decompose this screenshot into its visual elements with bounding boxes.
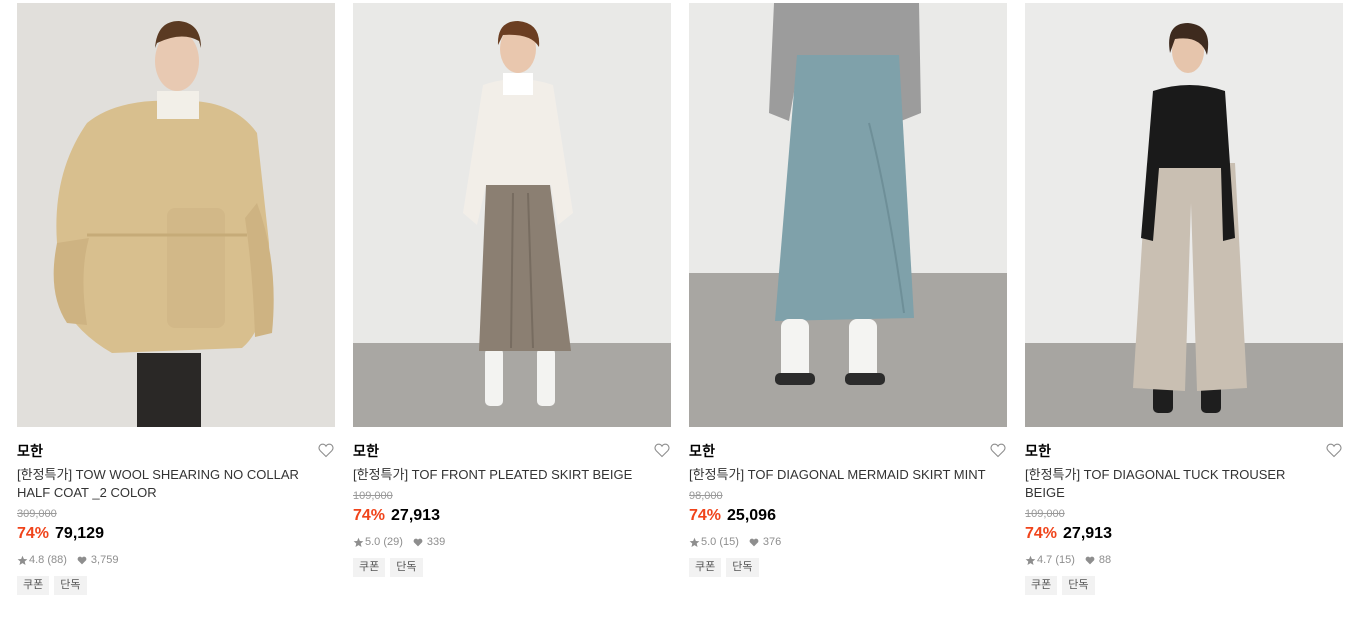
rating-text: 5.0 (29) xyxy=(365,536,403,548)
discount-rate: 74% xyxy=(17,525,50,542)
rating-text: 4.7 (15) xyxy=(1037,554,1075,566)
discount-rate: 74% xyxy=(1025,525,1058,542)
sale-price: 27,913 xyxy=(1063,525,1112,542)
original-price: 109,000 xyxy=(1025,508,1065,520)
tag-coupon: 쿠폰 xyxy=(17,576,50,595)
heart-outline-icon[interactable] xyxy=(990,443,1006,458)
product-name[interactable]: [한정특가] TOF DIAGONAL TUCK TROUSER BEIGE xyxy=(1025,466,1325,502)
tag-coupon: 쿠폰 xyxy=(353,558,386,577)
sale-price: 27,913 xyxy=(391,507,440,524)
product-tags: 쿠폰 단독 xyxy=(353,558,671,577)
product-tags: 쿠폰 단독 xyxy=(689,558,1007,577)
tag-coupon: 쿠폰 xyxy=(689,558,722,577)
product-name[interactable]: [한정특가] TOW WOOL SHEARING NO COLLAR HALF … xyxy=(17,466,317,502)
sale-price: 25,096 xyxy=(727,507,776,524)
product-image[interactable] xyxy=(17,3,335,427)
tag-exclusive: 단독 xyxy=(726,558,759,577)
likes-count: 339 xyxy=(426,536,446,548)
likes-count: 3,759 xyxy=(90,554,119,566)
heart-outline-icon[interactable] xyxy=(1326,443,1342,458)
original-price: 109,000 xyxy=(353,490,393,502)
product-image[interactable] xyxy=(689,3,1007,427)
tag-exclusive: 단독 xyxy=(390,558,423,577)
product-image[interactable] xyxy=(1025,3,1343,427)
original-price: 309,000 xyxy=(17,508,57,520)
tag-coupon: 쿠폰 xyxy=(1025,576,1058,595)
discount-rate: 74% xyxy=(689,507,722,524)
product-image[interactable] xyxy=(353,3,671,427)
star-icon xyxy=(17,555,28,566)
brand-name[interactable]: 모한 xyxy=(1025,442,1343,460)
heart-outline-icon[interactable] xyxy=(654,443,670,458)
product-grid: 모한 [한정특가] TOW WOOL SHEARING NO COLLAR HA… xyxy=(0,0,1353,617)
brand-name[interactable]: 모한 xyxy=(689,442,1007,460)
product-card[interactable]: 모한 [한정특가] TOW WOOL SHEARING NO COLLAR HA… xyxy=(17,3,335,595)
heart-outline-icon[interactable] xyxy=(318,443,334,458)
product-tags: 쿠폰 단독 xyxy=(1025,576,1343,595)
tag-exclusive: 단독 xyxy=(1062,576,1095,595)
rating-text: 5.0 (15) xyxy=(701,536,739,548)
original-price: 98,000 xyxy=(689,490,723,502)
heart-filled-icon xyxy=(413,538,423,547)
brand-name[interactable]: 모한 xyxy=(17,442,335,460)
brand-name[interactable]: 모한 xyxy=(353,442,671,460)
heart-filled-icon xyxy=(77,556,87,565)
product-name[interactable]: [한정특가] TOF DIAGONAL MERMAID SKIRT MINT xyxy=(689,466,989,484)
likes-count: 88 xyxy=(1098,554,1112,566)
sale-price: 79,129 xyxy=(55,525,104,542)
product-stats: 4.7 (15) 88 xyxy=(1025,553,1343,567)
star-icon xyxy=(1025,555,1036,566)
rating-text: 4.8 (88) xyxy=(29,554,67,566)
discount-rate: 74% xyxy=(353,507,386,524)
likes-count: 376 xyxy=(762,536,782,548)
star-icon xyxy=(353,537,364,548)
product-card[interactable]: 모한 [한정특가] TOF DIAGONAL TUCK TROUSER BEIG… xyxy=(1025,3,1343,595)
star-icon xyxy=(689,537,700,548)
heart-filled-icon xyxy=(749,538,759,547)
product-stats: 5.0 (15) 376 xyxy=(689,535,1007,549)
product-stats: 5.0 (29) 339 xyxy=(353,535,671,549)
product-stats: 4.8 (88) 3,759 xyxy=(17,553,335,567)
product-card[interactable]: 모한 [한정특가] TOF DIAGONAL MERMAID SKIRT MIN… xyxy=(689,3,1007,577)
product-tags: 쿠폰 단독 xyxy=(17,576,335,595)
tag-exclusive: 단독 xyxy=(54,576,87,595)
product-name[interactable]: [한정특가] TOF FRONT PLEATED SKIRT BEIGE xyxy=(353,466,653,484)
heart-filled-icon xyxy=(1085,556,1095,565)
product-card[interactable]: 모한 [한정특가] TOF FRONT PLEATED SKIRT BEIGE … xyxy=(353,3,671,577)
